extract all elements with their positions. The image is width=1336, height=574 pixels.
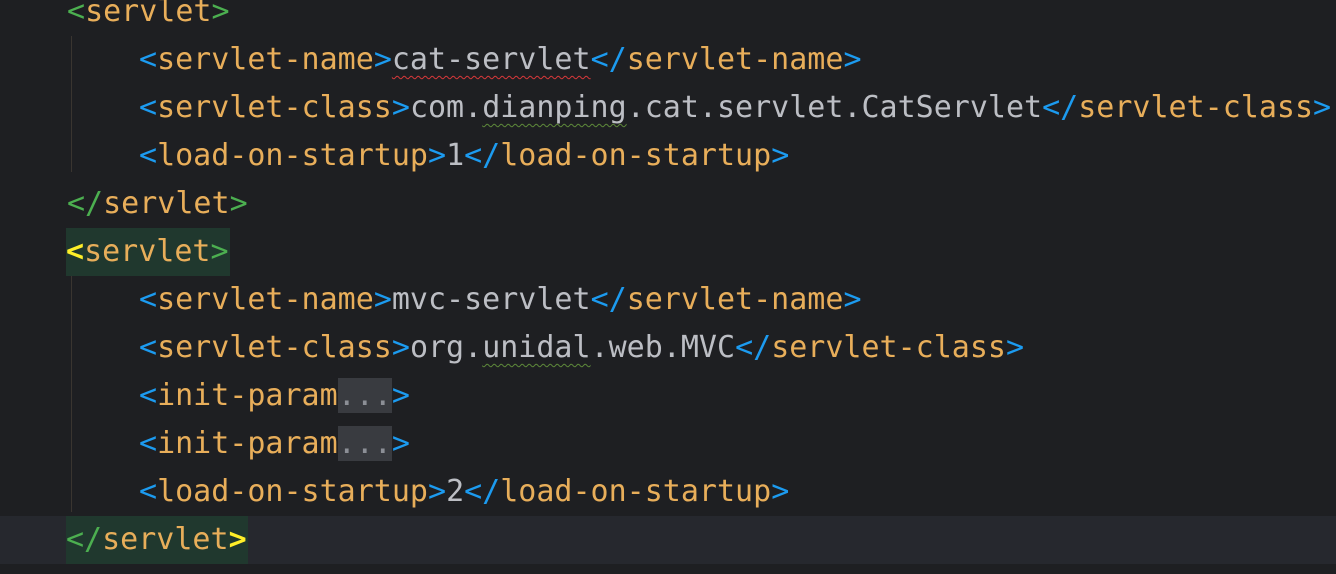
bracket: >: [211, 0, 230, 29]
tag-name: servlet-name: [157, 42, 374, 77]
text-value: 1: [446, 138, 465, 173]
tag-name: servlet-name: [626, 42, 844, 77]
tag-name: load-on-startup: [500, 138, 772, 173]
tag-name: servlet-name: [157, 282, 374, 317]
tag-name: servlet-class: [157, 90, 392, 125]
code-line[interactable]: <init-param...>: [0, 420, 1336, 468]
matched-tag-highlight: <servlet>: [66, 228, 230, 276]
code-line[interactable]: <servlet-name>mvc-servlet</servlet-name>: [0, 276, 1336, 324]
code-line[interactable]: <servlet-name>cat-servlet</servlet-name>: [0, 36, 1336, 84]
text-value: .web.MVC: [590, 330, 736, 365]
tag-name: servlet-class: [157, 330, 392, 365]
text-value-typo: unidal: [482, 330, 591, 365]
tag-name: servlet: [85, 0, 212, 29]
bracket: <: [67, 0, 86, 29]
text-value: org.: [409, 330, 483, 365]
code-line[interactable]: </servlet>: [0, 180, 1336, 228]
code-line[interactable]: <load-on-startup>2</load-on-startup>: [0, 468, 1336, 516]
text-value: .cat.servlet.CatServlet: [626, 90, 1043, 125]
tag-name: init-param: [157, 378, 338, 413]
text-value: mvc-servlet: [391, 282, 591, 317]
code-line[interactable]: <servlet-class>org.unidal.web.MVC</servl…: [0, 324, 1336, 372]
tag-name: servlet-name: [626, 282, 844, 317]
tag-name: load-on-startup: [157, 138, 428, 173]
current-code-line[interactable]: </servlet>: [0, 516, 1336, 564]
code-editor[interactable]: <servlet> <servlet-name>cat-servlet</ser…: [0, 0, 1336, 574]
folded-region[interactable]: ...: [337, 378, 392, 413]
tag-name: servlet-class: [771, 330, 1006, 365]
code-line[interactable]: <load-on-startup>1</load-on-startup>: [0, 132, 1336, 180]
code-line[interactable]: <servlet>: [0, 0, 1336, 36]
folded-region[interactable]: ...: [337, 426, 392, 461]
tag-name: servlet: [84, 234, 211, 269]
tag-name: load-on-startup: [157, 474, 428, 509]
tag-name: servlet: [102, 522, 229, 557]
tag-name: init-param: [157, 426, 338, 461]
tag-name: load-on-startup: [500, 474, 772, 509]
code-line[interactable]: <servlet-class>com.dianping.cat.servlet.…: [0, 84, 1336, 132]
text-value: com.: [409, 90, 483, 125]
matched-tag-highlight: </servlet>: [66, 516, 248, 564]
code-line[interactable]: <init-param...>: [0, 372, 1336, 420]
tag-name: servlet-class: [1078, 90, 1314, 125]
tag-name: servlet: [103, 186, 230, 221]
code-line[interactable]: <servlet>: [0, 228, 1336, 276]
text-value: cat-servlet: [391, 42, 591, 77]
text-value: 2: [446, 474, 465, 509]
text-value-typo: dianping: [482, 90, 627, 125]
